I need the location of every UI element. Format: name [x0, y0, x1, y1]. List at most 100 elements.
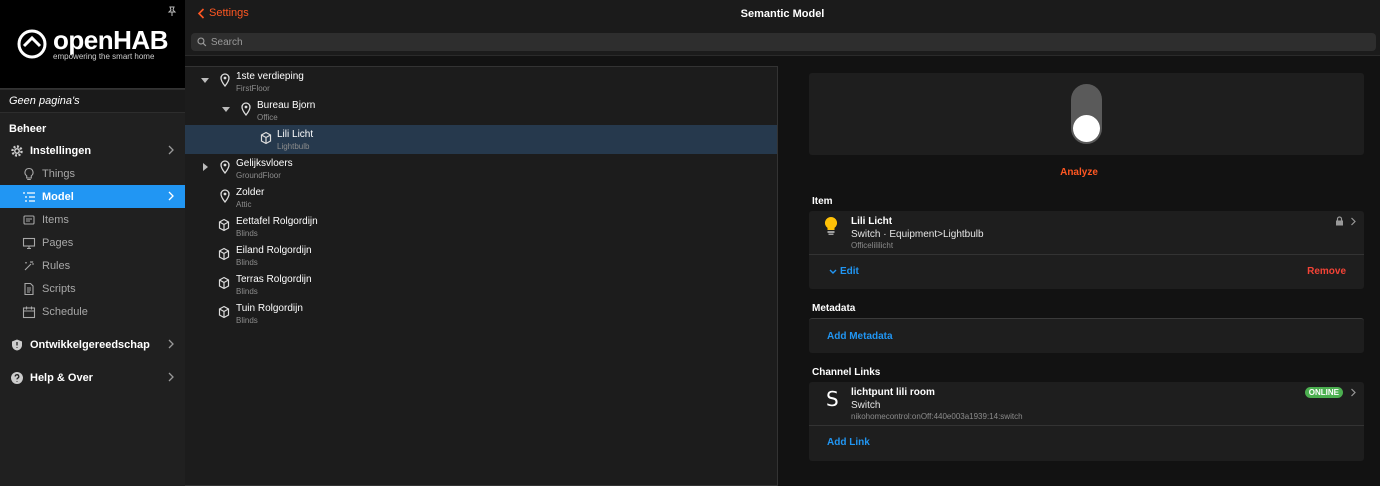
page-title: Semantic Model — [740, 8, 825, 20]
cube-icon — [218, 247, 230, 261]
tree-node-label: 1ste verdieping — [236, 71, 304, 82]
item-card: Lili Licht Switch · Equipment>Lightbulb … — [809, 211, 1364, 289]
channel-links-section-title: Channel Links — [812, 367, 881, 378]
metadata-card: Add Metadata — [809, 318, 1364, 353]
chevron-right-icon — [1351, 217, 1356, 226]
logo-area: openHAB empowering the smart home — [0, 0, 185, 88]
map-pin-icon — [241, 102, 251, 116]
top-bar: Settings Semantic Model — [185, 0, 1380, 28]
tree-node[interactable]: Eiland Rolgordijn Blinds — [185, 241, 777, 270]
tree-node[interactable]: Gelijksvloers GroundFloor — [185, 154, 777, 183]
add-link-button[interactable]: Add Link — [827, 437, 870, 448]
chevron-right-icon — [1351, 388, 1356, 397]
tree-node[interactable]: Bureau Bjorn Office — [185, 96, 777, 125]
map-pin-icon — [220, 160, 230, 174]
channel-links-card: S lichtpunt lili room Switch nikohomecon… — [809, 382, 1364, 461]
metadata-section-title: Metadata — [812, 303, 856, 314]
search-icon — [197, 37, 207, 47]
status-badge: ONLINE — [1304, 387, 1343, 398]
item-row[interactable]: Lili Licht Switch · Equipment>Lightbulb … — [809, 211, 1364, 254]
sidebar-item-devtools-label: Ontwikkelgereedschap — [30, 338, 150, 351]
sidebar-sub-rules[interactable]: Rules — [0, 254, 185, 277]
pin-icon[interactable] — [167, 6, 177, 16]
item-toggle-switch[interactable] — [1071, 84, 1102, 144]
tree-node-label: Bureau Bjorn — [257, 100, 316, 111]
tree-node-label: Lili Licht — [277, 129, 314, 140]
openhab-logo[interactable]: openHAB empowering the smart home — [17, 27, 168, 61]
tree-node-selected[interactable]: Lili Licht Lightbulb — [185, 125, 777, 154]
tree-node-class: FirstFloor — [236, 84, 270, 93]
tree-node-class: Attic — [236, 200, 252, 209]
sidebar-sub-things[interactable]: Things — [0, 162, 185, 185]
search-input[interactable] — [210, 36, 1376, 48]
channel-name: lichtpunt lili room — [851, 387, 935, 398]
tree-node-class: Office — [257, 113, 278, 122]
channel-link-row[interactable]: S lichtpunt lili room Switch nikohomecon… — [809, 382, 1364, 425]
sidebar: openHAB empowering the smart home Geen p… — [0, 0, 185, 486]
cube-icon — [218, 218, 230, 232]
cube-icon — [218, 276, 230, 290]
cube-icon — [260, 131, 272, 145]
tree-node[interactable]: 1ste verdieping FirstFloor — [185, 67, 777, 96]
channel-item-type: Switch — [851, 400, 881, 411]
search-bar — [185, 28, 1380, 56]
toggle-card — [809, 73, 1364, 155]
tree-node[interactable]: Terras Rolgordijn Blinds — [185, 270, 777, 299]
channel-type-icon: S — [826, 387, 839, 411]
sidebar-sub-items[interactable]: Items — [0, 208, 185, 231]
tree-node[interactable]: Tuin Rolgordijn Blinds — [185, 299, 777, 328]
sidebar-sub-model[interactable]: Model — [0, 185, 185, 208]
sidebar-sub-schedule[interactable]: Schedule — [0, 300, 185, 323]
semantic-tree: 1ste verdieping FirstFloor Bureau Bjorn … — [185, 66, 778, 486]
item-type: Switch · Equipment>Lightbulb — [851, 229, 984, 240]
tree-node-label: Tuin Rolgordijn — [236, 303, 303, 314]
item-section-title: Item — [812, 196, 833, 207]
page-selector[interactable]: Geen pagina's — [0, 89, 185, 113]
tree-node-class: Lightbulb — [277, 142, 310, 151]
sidebar-sub-model-label: Model — [42, 190, 74, 203]
toggle-knob[interactable] — [1073, 115, 1100, 142]
item-id: Officelililicht — [851, 241, 894, 250]
divider — [809, 254, 1364, 255]
divider — [809, 425, 1364, 426]
list-tree-icon — [23, 191, 35, 202]
sidebar-item-help-label: Help & Over — [30, 371, 93, 384]
detail-panel: Analyze Item Lili Licht Switch · Equipme… — [778, 56, 1380, 486]
tree-node-label: Zolder — [236, 187, 265, 198]
sidebar-sub-schedule-label: Schedule — [42, 305, 88, 318]
tree-node[interactable]: Zolder Attic — [185, 183, 777, 212]
caret-right-icon[interactable] — [201, 163, 209, 171]
remove-button[interactable]: Remove — [1307, 266, 1346, 277]
add-metadata-button[interactable]: Add Metadata — [827, 331, 893, 342]
chevron-down-icon — [829, 269, 837, 274]
tree-node-class: Blinds — [236, 287, 258, 296]
section-beheer: Beheer — [9, 123, 47, 135]
caret-down-icon[interactable] — [201, 76, 209, 84]
sidebar-sub-pages[interactable]: Pages — [0, 231, 185, 254]
tree-node[interactable]: Eettafel Rolgordijn Blinds — [185, 212, 777, 241]
lightbulb-icon — [24, 167, 34, 180]
logo-tagline: empowering the smart home — [53, 52, 155, 61]
edit-button[interactable]: Edit — [829, 266, 859, 277]
wand-icon — [24, 260, 34, 270]
sidebar-sub-scripts[interactable]: Scripts — [0, 277, 185, 300]
analyze-button[interactable]: Analyze — [778, 167, 1380, 178]
channel-uid: nikohomecontrol:onOff:440e003a1939:14:sw… — [851, 412, 1023, 421]
sidebar-item-settings-label: Instellingen — [30, 144, 92, 157]
calendar-icon — [22, 306, 36, 318]
openhab-logo-icon — [17, 29, 47, 59]
sidebar-item-help[interactable]: Help & Over — [0, 366, 185, 389]
map-pin-icon — [220, 73, 230, 87]
item-name: Lili Licht — [851, 216, 893, 227]
tree-node-class: Blinds — [236, 258, 258, 267]
gear-icon — [11, 144, 23, 157]
sidebar-item-devtools[interactable]: Ontwikkelgereedschap — [0, 333, 185, 356]
search-box[interactable] — [191, 33, 1376, 51]
tree-node-label: Eettafel Rolgordijn — [236, 216, 318, 227]
chevron-right-icon — [168, 145, 174, 155]
caret-down-icon[interactable] — [222, 105, 230, 113]
sidebar-item-settings[interactable]: Instellingen — [0, 139, 185, 162]
chevron-right-icon — [168, 191, 174, 201]
tree-node-class: GroundFloor — [236, 171, 281, 180]
tree-node-label: Eiland Rolgordijn — [236, 245, 312, 256]
